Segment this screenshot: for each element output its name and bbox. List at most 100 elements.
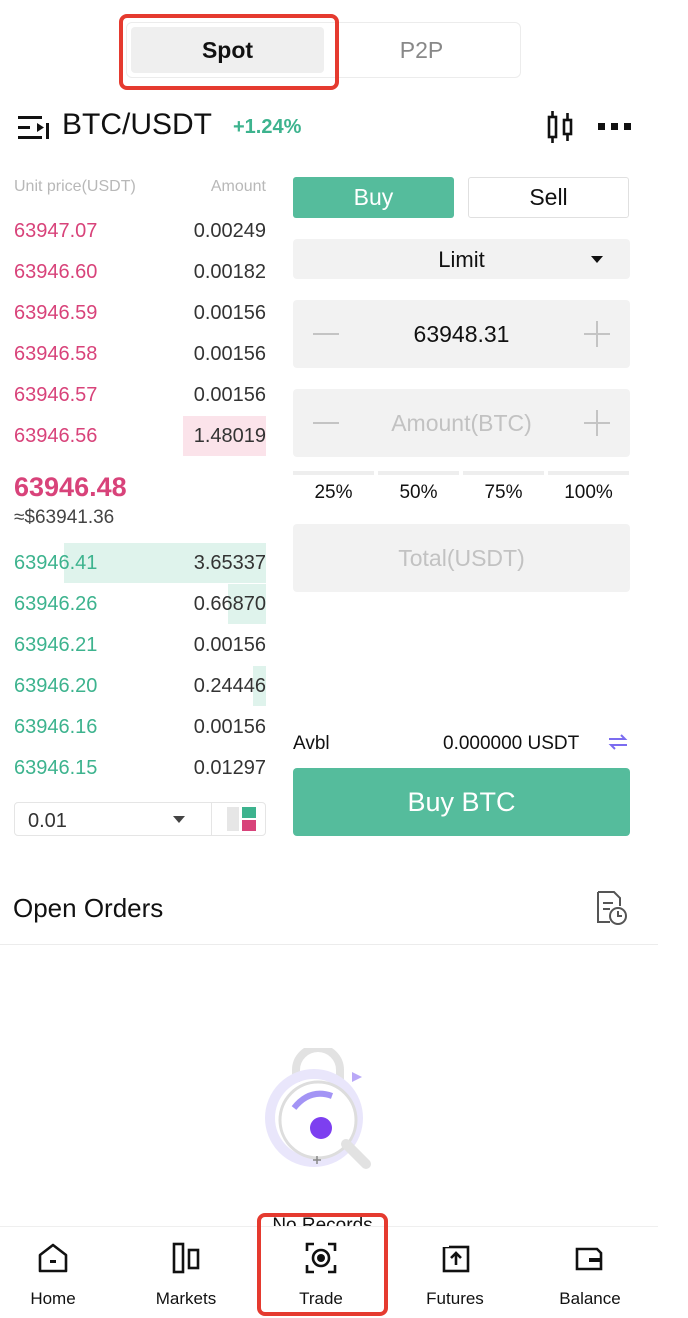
bid-amount: 3.65337: [193, 552, 266, 574]
pair-list-icon[interactable]: [18, 114, 50, 142]
caret-down-icon: [173, 816, 185, 823]
nav-label: Trade: [299, 1289, 343, 1308]
bid-price: 63946.16: [14, 716, 98, 738]
markets-icon: [172, 1242, 200, 1274]
bid-row[interactable]: 63946.20 0.24446: [14, 666, 266, 706]
mode-tabs: Spot P2P: [126, 22, 521, 78]
tab-p2p[interactable]: P2P: [325, 27, 518, 73]
percentage-bar: [548, 471, 629, 475]
buy-btc-button[interactable]: Buy BTC: [293, 768, 630, 836]
divider: [0, 944, 658, 945]
percentage-label: 50%: [399, 482, 438, 503]
bid-row[interactable]: 63946.26 0.66870: [14, 584, 266, 624]
sell-tab[interactable]: Sell: [468, 177, 629, 218]
amount-stepper[interactable]: Amount(BTC): [293, 389, 630, 457]
percentage-bar: [378, 471, 459, 475]
ask-row[interactable]: 63946.59 0.00156: [14, 293, 266, 333]
bid-price: 63946.20: [14, 675, 98, 697]
amount-input[interactable]: Amount(BTC): [293, 410, 630, 437]
price-stepper[interactable]: 63948.31: [293, 300, 630, 368]
bid-price: 63946.21: [14, 634, 98, 656]
order-type-label: Limit: [438, 247, 485, 272]
bid-price: 63946.41: [14, 552, 98, 574]
bid-price: 63946.26: [14, 593, 98, 615]
plus-icon-stem: [596, 410, 598, 436]
order-book-header: Unit price(USDT) Amount: [14, 178, 266, 198]
open-orders-title: Open Orders: [13, 893, 164, 923]
ask-price: 63946.57: [14, 384, 98, 406]
bid-row[interactable]: 63946.41 3.65337: [14, 543, 266, 583]
bid-amount: 0.00156: [193, 716, 266, 738]
ask-row[interactable]: 63946.58 0.00156: [14, 334, 266, 374]
tab-spot[interactable]: Spot: [131, 27, 324, 73]
order-history-icon[interactable]: [594, 890, 628, 926]
ask-price: 63946.58: [14, 343, 98, 365]
more-icon[interactable]: [598, 122, 632, 132]
precision-select[interactable]: 0.01: [14, 802, 266, 836]
trade-icon: [305, 1242, 337, 1274]
bid-amount: 0.24446: [193, 675, 266, 697]
order-book-layout-icon[interactable]: [227, 807, 257, 831]
ask-amount: 0.00156: [193, 302, 266, 324]
ask-price: 63946.60: [14, 261, 98, 283]
bid-row[interactable]: 63946.21 0.00156: [14, 625, 266, 665]
available-label: Avbl: [293, 733, 330, 754]
percentage-option[interactable]: 50%: [378, 471, 459, 507]
futures-icon: [441, 1244, 470, 1273]
pair-header: BTC/USDT +1.24%: [14, 104, 634, 150]
ask-amount: 0.00156: [193, 343, 266, 365]
percentage-option[interactable]: 100%: [548, 471, 629, 507]
bid-row[interactable]: 63946.16 0.00156: [14, 707, 266, 747]
bid-row[interactable]: 63946.15 0.01297: [14, 748, 266, 788]
percentage-label: 100%: [564, 482, 613, 503]
ask-row[interactable]: 63946.56 1.48019: [14, 416, 266, 456]
available-balance: 0.000000 USDT: [443, 733, 580, 754]
percentage-slider: 25% 50% 75% 100%: [293, 471, 630, 507]
price-input[interactable]: 63948.31: [293, 321, 630, 348]
total-placeholder: Total(USDT): [398, 545, 525, 571]
caret-down-icon: [591, 256, 603, 263]
percentage-option[interactable]: 75%: [463, 471, 544, 507]
ask-row[interactable]: 63946.57 0.00156: [14, 375, 266, 415]
side-tabs: Buy Sell: [293, 177, 630, 218]
empty-records-illustration: [265, 1048, 371, 1169]
nav-label: Markets: [155, 1289, 217, 1308]
total-input[interactable]: Total(USDT): [293, 524, 630, 592]
unit-price-header: Unit price(USDT): [14, 178, 136, 195]
bid-price: 63946.15: [14, 757, 98, 779]
percentage-bar: [293, 471, 374, 475]
bid-amount: 0.66870: [193, 593, 266, 615]
bid-amount: 0.00156: [193, 634, 266, 656]
nav-balance[interactable]: Balance: [530, 1227, 650, 1318]
percentage-option[interactable]: 25%: [293, 471, 374, 507]
bid-amount: 0.01297: [193, 757, 266, 779]
bottom-nav: Home Markets Trade Futures Balance: [0, 1226, 658, 1318]
ask-price: 63947.07: [14, 220, 98, 242]
ask-price: 63946.59: [14, 302, 98, 324]
divider: [211, 803, 212, 835]
ask-row[interactable]: 63946.60 0.00182: [14, 252, 266, 292]
last-price: 63946.48: [14, 472, 127, 502]
nav-trade[interactable]: Trade: [261, 1227, 381, 1318]
pair-change: +1.24%: [233, 116, 302, 138]
percentage-label: 25%: [314, 482, 353, 503]
nav-label: Futures: [426, 1289, 484, 1308]
nav-label: Balance: [559, 1289, 621, 1308]
nav-markets[interactable]: Markets: [126, 1227, 246, 1318]
last-price-fiat: ≈$63941.36: [14, 507, 115, 528]
precision-value: 0.01: [28, 810, 67, 832]
wallet-icon: [575, 1247, 603, 1271]
order-type-select[interactable]: Limit: [293, 239, 630, 279]
ask-amount: 0.00249: [193, 220, 266, 242]
nav-home[interactable]: Home: [0, 1227, 113, 1318]
ask-amount: 1.48019: [193, 425, 266, 447]
amount-header: Amount: [210, 178, 266, 195]
pair-title[interactable]: BTC/USDT: [62, 108, 212, 142]
percentage-bar: [463, 471, 544, 475]
buy-tab[interactable]: Buy: [293, 177, 454, 218]
transfer-icon[interactable]: [607, 733, 629, 751]
ask-row[interactable]: 63947.07 0.00249: [14, 211, 266, 251]
percentage-label: 75%: [484, 482, 523, 503]
nav-futures[interactable]: Futures: [395, 1227, 515, 1318]
candlestick-chart-icon[interactable]: [545, 110, 575, 144]
